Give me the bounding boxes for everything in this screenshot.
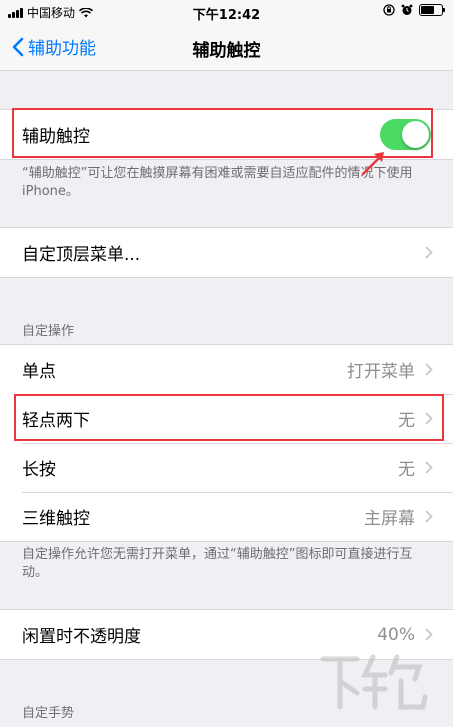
- custom-gestures-header: 自定手势: [22, 706, 75, 721]
- idle-opacity-label: 闲置时不透明度: [22, 627, 141, 647]
- action-3d-touch[interactable]: 三维触控 主屏幕: [0, 492, 453, 541]
- chevron-right-icon: [425, 510, 433, 523]
- annotation-arrow-icon: [361, 152, 384, 176]
- idle-opacity-value: 40%: [377, 624, 415, 645]
- status-right: [383, 4, 445, 16]
- action-value: 主屏幕: [364, 509, 415, 529]
- action-value: 无: [398, 411, 415, 431]
- action-long-press[interactable]: 长按 无: [0, 443, 453, 492]
- action-single-tap[interactable]: 单点 打开菜单: [0, 345, 453, 394]
- chevron-right-icon: [425, 412, 433, 425]
- action-value: 打开菜单: [347, 362, 415, 382]
- nav-bar: 辅助功能 辅助触控: [0, 24, 453, 71]
- chevron-right-icon: [425, 461, 433, 474]
- top-menu-group: 自定顶层菜单...: [0, 227, 453, 278]
- custom-actions-group: 单点 打开菜单 轻点两下 无 长按 无 三维触控 主屏幕: [0, 344, 453, 542]
- chevron-right-icon: [425, 628, 433, 641]
- action-label: 长按: [22, 460, 56, 480]
- action-double-tap[interactable]: 轻点两下 无: [0, 394, 453, 443]
- assistive-touch-label: 辅助触控: [22, 127, 90, 147]
- page-title: 辅助触控: [192, 41, 261, 61]
- status-bar: 中国移动 下午12:42: [0, 0, 453, 24]
- action-label: 三维触控: [22, 509, 90, 529]
- custom-actions-footer: 自定操作允许您无需打开菜单，通过“辅助触控”图标即可直接进行互动。: [22, 547, 413, 580]
- battery-fill: [421, 6, 434, 14]
- alarm-icon: [401, 4, 413, 15]
- action-label: 轻点两下: [22, 411, 90, 431]
- custom-actions-header: 自定操作: [22, 324, 75, 339]
- watermark-logo-icon: [320, 654, 428, 710]
- chevron-right-icon: [425, 363, 433, 376]
- action-label: 单点: [22, 362, 56, 382]
- assistive-touch-toggle[interactable]: [380, 119, 431, 150]
- chevron-right-icon: [425, 246, 433, 259]
- toggle-knob: [402, 121, 429, 148]
- top-menu-label: 自定顶层菜单...: [22, 245, 141, 265]
- top-menu-cell[interactable]: 自定顶层菜单...: [0, 228, 453, 277]
- action-value: 无: [398, 460, 415, 480]
- battery-icon: [419, 4, 445, 16]
- orientation-lock-icon: [383, 4, 395, 16]
